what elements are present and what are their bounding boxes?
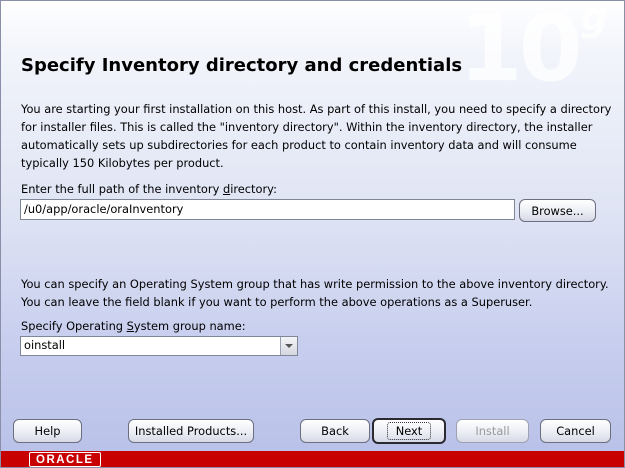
footer-bar: ORACLE [1, 451, 624, 467]
page-title: Specify Inventory directory and credenti… [21, 55, 463, 76]
watermark-number: 10 [458, 0, 583, 102]
browse-button[interactable]: Browse... [519, 199, 596, 222]
group-description-text: You can specify an Operating System grou… [21, 277, 609, 309]
installed-products-button-label: Installed Products... [134, 424, 248, 438]
oracle-logo: ORACLE [29, 452, 101, 467]
cancel-button-label: Cancel [556, 424, 595, 438]
help-button-label: Help [34, 424, 61, 438]
watermark-letter: g [580, 0, 608, 39]
installer-window: 10g Specify Inventory directory and cred… [0, 0, 625, 468]
next-button[interactable]: Next [372, 418, 446, 444]
inventory-path-label: Enter the full path of the inventory dir… [21, 182, 277, 196]
install-button-label: Install [475, 424, 510, 438]
installed-products-button[interactable]: Installed Products... [128, 419, 254, 443]
help-button[interactable]: Help [13, 419, 82, 443]
inventory-path-label-post: irectory: [230, 182, 277, 196]
os-group-combobox[interactable]: oinstall [20, 336, 298, 356]
os-group-label-mnemonic: S [126, 319, 134, 333]
os-group-label: Specify Operating System group name: [21, 319, 246, 333]
cancel-button[interactable]: Cancel [540, 419, 611, 443]
inventory-path-label-pre: Enter the full path of the inventory [21, 182, 223, 196]
inventory-path-input[interactable]: /u0/app/oracle/oraInventory [20, 199, 515, 220]
chevron-down-icon[interactable] [280, 337, 297, 355]
oracle-10g-watermark: 10g [459, 0, 608, 95]
intro-text: You are starting your first installation… [21, 102, 612, 170]
os-group-label-pre: Specify Operating [21, 319, 127, 333]
back-button[interactable]: Back [300, 419, 370, 443]
back-button-label: Back [321, 424, 349, 438]
install-button[interactable]: Install [456, 419, 529, 443]
browse-button-label: Browse... [531, 203, 584, 218]
next-button-label: Next [386, 422, 432, 440]
os-group-label-post: ystem group name: [133, 319, 246, 333]
os-group-value: oinstall [24, 338, 66, 352]
